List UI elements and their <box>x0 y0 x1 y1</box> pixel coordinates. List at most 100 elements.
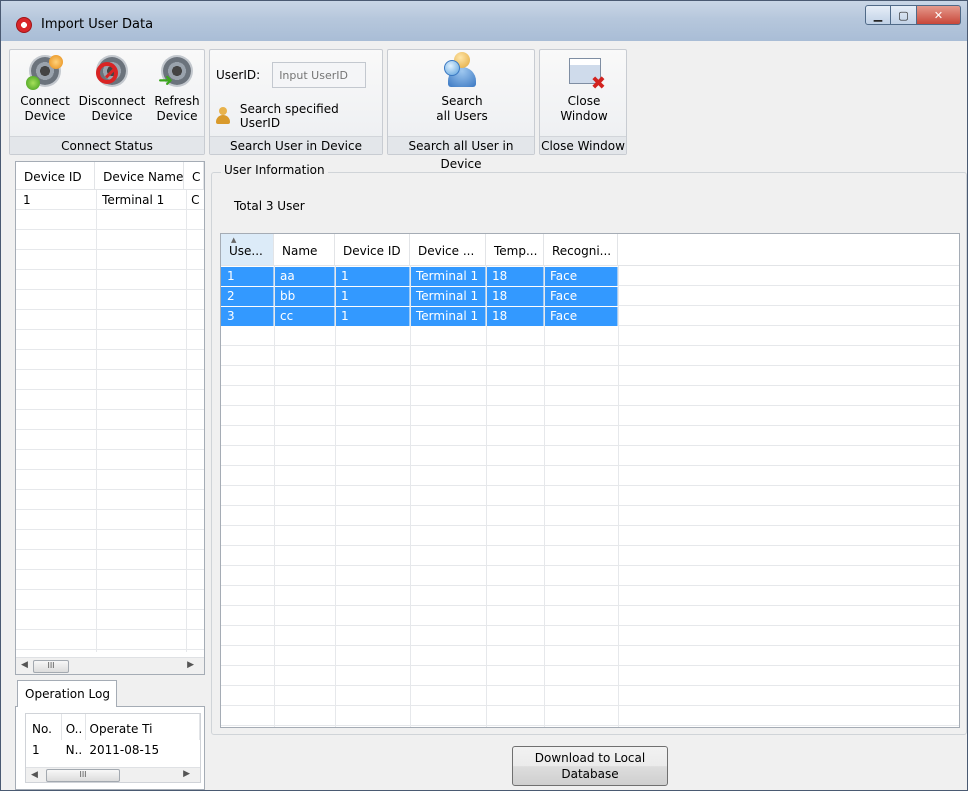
search-users-icon <box>443 52 481 90</box>
col-recognition[interactable]: Recogni... <box>544 234 618 265</box>
col-c[interactable]: C <box>184 162 204 189</box>
device-list-header: Device ID Device Name C <box>16 162 204 190</box>
title-bar[interactable]: Import User Data ▁ ▢ ✕ <box>1 1 967 41</box>
col-user-id-label: Use... <box>229 244 263 258</box>
cell-c: C <box>191 193 200 207</box>
connect-device-button[interactable]: Connect Device <box>18 52 72 124</box>
cell-device-id: 1 <box>335 266 410 286</box>
scroll-left-icon[interactable]: ◀ <box>21 660 28 670</box>
connect-status-caption: Connect Status <box>10 136 204 154</box>
cell-template: 18 <box>486 306 544 326</box>
device-list-hscrollbar[interactable]: ◀ III ▶ <box>16 657 204 674</box>
col-no[interactable]: No. <box>26 714 62 740</box>
operation-log-hscrollbar[interactable]: ◀ III ▶ <box>26 767 200 782</box>
userid-row: UserID: <box>216 62 367 88</box>
scroll-thumb[interactable]: III <box>46 769 120 782</box>
scroll-right-icon[interactable]: ▶ <box>187 660 194 670</box>
cell-o: N.. <box>65 743 83 757</box>
minimize-button[interactable]: ▁ <box>865 5 891 25</box>
search-specified-userid-button[interactable]: Search specified UserID <box>214 102 382 130</box>
cell-user-id: 1 <box>221 266 274 286</box>
scroll-left-icon[interactable]: ◀ <box>31 770 38 780</box>
total-users-label: Total 3 User <box>234 199 305 213</box>
cell-user-id: 3 <box>221 306 274 326</box>
tab-operation-log[interactable]: Operation Log <box>17 680 117 707</box>
window-controls: ▁ ▢ ✕ <box>865 5 961 25</box>
col-template[interactable]: Temp... <box>486 234 544 265</box>
userid-input[interactable] <box>272 62 367 88</box>
cell-operate-time: 2011-08-15 <box>89 743 160 757</box>
cell-recognition: Face <box>544 306 618 326</box>
cell-no: 1 <box>32 743 40 757</box>
disconnect-device-label: Disconnect Device <box>78 94 146 123</box>
col-device-name[interactable]: Device Name <box>95 162 185 189</box>
disconnect-gear-icon <box>93 52 131 90</box>
close-window-group: ✖ Close Window Close Window <box>539 49 627 155</box>
user-grid-header: ▲ Use... Name Device ID Device ... Temp.… <box>221 234 959 266</box>
col-name[interactable]: Name <box>274 234 335 265</box>
refresh-device-button[interactable]: ➜ Refresh Device <box>150 52 204 124</box>
table-row[interactable]: 1 Terminal 1 C <box>16 190 204 210</box>
search-user-group: UserID: Search specified UserID Search U… <box>209 49 383 155</box>
col-device-name[interactable]: Device ... <box>410 234 486 265</box>
cell-user-id: 2 <box>221 286 274 306</box>
import-user-data-window: Import User Data ▁ ▢ ✕ Connect Device Di… <box>0 0 968 791</box>
close-window-ribbon-button[interactable]: ✖ Close Window <box>554 52 614 124</box>
connect-status-group: Connect Device Disconnect Device ➜ Refre… <box>9 49 205 155</box>
window-title: Import User Data <box>41 17 154 32</box>
table-row[interactable]: 1 aa 1 Terminal 1 18 Face <box>221 266 959 286</box>
search-user-caption: Search User in Device <box>210 136 382 154</box>
scroll-thumb[interactable]: III <box>33 660 69 673</box>
cell-template: 18 <box>486 266 544 286</box>
table-row[interactable]: 2 bb 1 Terminal 1 18 Face <box>221 286 959 306</box>
search-specified-label: Search specified UserID <box>239 102 339 130</box>
user-information-grid[interactable]: ▲ Use... Name Device ID Device ... Temp.… <box>220 233 960 728</box>
cell-name: aa <box>274 266 335 286</box>
refresh-device-label: Refresh Device <box>154 94 200 123</box>
user-information-legend: User Information <box>221 163 328 177</box>
device-list-body: 1 Terminal 1 C <box>16 190 204 652</box>
search-all-caption: Search all User in Device <box>388 136 534 171</box>
table-row[interactable]: 3 cc 1 Terminal 1 18 Face <box>221 306 959 326</box>
col-o[interactable]: O.. <box>62 714 86 740</box>
user-icon <box>214 107 232 125</box>
cell-name: cc <box>274 306 335 326</box>
cell-device-id: 1 <box>23 193 31 207</box>
cell-device-name: Terminal 1 <box>410 306 486 326</box>
connect-gear-icon <box>26 52 64 90</box>
cell-device-name: Terminal 1 <box>410 286 486 306</box>
scroll-right-icon[interactable]: ▶ <box>183 769 190 779</box>
cell-template: 18 <box>486 286 544 306</box>
connect-device-label: Connect Device <box>20 94 70 123</box>
search-all-group: Search all Users Search all User in Devi… <box>387 49 535 171</box>
table-row[interactable]: 1 N.. 2011-08-15 <box>26 740 200 760</box>
disconnect-device-button[interactable]: Disconnect Device <box>76 52 148 124</box>
sort-ascending-icon: ▲ <box>231 236 237 244</box>
cell-name: bb <box>274 286 335 306</box>
cell-device-name: Terminal 1 <box>102 193 165 207</box>
search-all-label: Search all Users <box>436 94 488 123</box>
col-user-id[interactable]: ▲ Use... <box>221 234 274 265</box>
device-list-grid[interactable]: Device ID Device Name C 1 Terminal 1 C ◀… <box>15 161 205 675</box>
cell-device-name: Terminal 1 <box>410 266 486 286</box>
close-window-label: Close Window <box>560 94 608 123</box>
cell-device-id: 1 <box>335 306 410 326</box>
col-device-id[interactable]: Device ID <box>16 162 96 189</box>
ribbon-toolbar: Connect Device Disconnect Device ➜ Refre… <box>9 49 631 171</box>
col-device-id[interactable]: Device ID <box>335 234 410 265</box>
col-operate-time[interactable]: Operate Ti <box>86 714 200 740</box>
download-to-local-database-button[interactable]: Download to Local Database <box>512 746 668 786</box>
close-window-button[interactable]: ✕ <box>917 5 961 25</box>
close-window-caption: Close Window <box>540 136 626 154</box>
userid-label: UserID: <box>216 68 261 82</box>
operation-log-grid[interactable]: No. O.. Operate Ti 1 N.. 2011-08-15 ◀ II… <box>25 713 201 783</box>
search-all-users-button[interactable]: Search all Users <box>424 52 500 124</box>
maximize-button[interactable]: ▢ <box>891 5 917 25</box>
cell-recognition: Face <box>544 286 618 306</box>
cell-recognition: Face <box>544 266 618 286</box>
user-grid-body: 1 aa 1 Terminal 1 18 Face 2 bb 1 Termina… <box>221 266 959 727</box>
refresh-gear-icon: ➜ <box>158 52 196 90</box>
cell-device-id: 1 <box>335 286 410 306</box>
close-window-icon: ✖ <box>565 52 606 93</box>
operation-log-panel: No. O.. Operate Ti 1 N.. 2011-08-15 ◀ II… <box>15 706 205 790</box>
